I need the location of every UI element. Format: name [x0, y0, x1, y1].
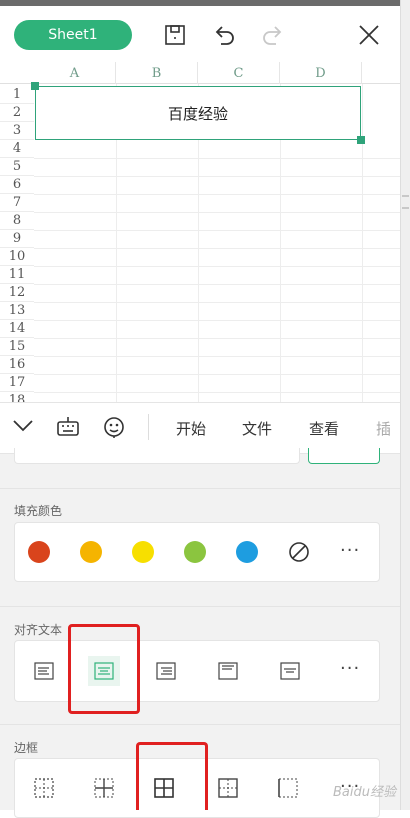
gutter-mark [402, 195, 409, 197]
highlight-box-align-center [68, 624, 140, 714]
sheet-tab[interactable]: Sheet1 [14, 20, 132, 50]
grid-line [34, 302, 400, 303]
font-size-field[interactable] [308, 448, 380, 464]
fill-color-green[interactable] [184, 541, 206, 563]
no-fill-icon[interactable] [288, 541, 310, 567]
border-outer-icon[interactable] [214, 774, 242, 802]
row-header[interactable]: 13 [0, 302, 34, 320]
font-select-field[interactable] [14, 448, 300, 464]
column-header-d[interactable]: D [280, 62, 362, 84]
grid-line [34, 248, 400, 249]
grid-line [34, 194, 400, 195]
row-header[interactable]: 9 [0, 230, 34, 248]
grid-line [34, 158, 400, 159]
grid-line [34, 356, 400, 357]
grid-line [34, 374, 400, 375]
column-header-b[interactable]: B [116, 62, 198, 84]
row-header[interactable]: 3 [0, 122, 34, 140]
more-align-button[interactable]: ··· [340, 658, 360, 679]
grid-line [34, 176, 400, 177]
grid-line [362, 84, 363, 402]
more-fill-colors-button[interactable]: ··· [340, 540, 360, 561]
row-header[interactable]: 14 [0, 320, 34, 338]
tab-divider [148, 414, 149, 440]
grid-line [34, 338, 400, 339]
section-divider [0, 606, 400, 607]
align-top-icon[interactable] [214, 657, 242, 685]
align-middle-icon[interactable] [276, 657, 304, 685]
spreadsheet-grid[interactable]: A B C D 1 2 3 4 5 6 7 8 9 10 11 12 13 14… [0, 62, 400, 402]
grid-line [34, 212, 400, 213]
section-divider [0, 488, 400, 489]
align-right-icon[interactable] [152, 657, 180, 685]
tab-file[interactable]: 文件 [242, 418, 272, 439]
border-label: 边框 [14, 741, 39, 755]
fill-color-label: 填充颜色 [14, 504, 63, 518]
tab-view[interactable]: 查看 [309, 418, 339, 439]
fill-color-orange[interactable] [80, 541, 102, 563]
column-header-c[interactable]: C [198, 62, 280, 84]
section-divider [0, 724, 400, 725]
save-icon[interactable] [160, 20, 190, 50]
row-header[interactable]: 5 [0, 158, 34, 176]
gutter-mark [402, 207, 409, 209]
grid-line [34, 284, 400, 285]
redo-icon[interactable] [258, 20, 288, 50]
tab-home[interactable]: 开始 [176, 418, 206, 439]
selection-handle-top-left[interactable] [31, 82, 39, 90]
fill-color-blue[interactable] [236, 541, 258, 563]
fill-color-yellow[interactable] [132, 541, 154, 563]
keyboard-icon[interactable] [56, 416, 80, 442]
collapse-chevron-icon[interactable] [12, 418, 34, 437]
column-header-a[interactable]: A [34, 62, 116, 84]
row-header[interactable]: 1 [0, 86, 34, 104]
undo-icon[interactable] [209, 20, 239, 50]
side-gutter [400, 0, 410, 810]
row-header[interactable]: 12 [0, 284, 34, 302]
close-icon[interactable] [354, 20, 384, 50]
merged-cell[interactable]: 百度经验 [35, 86, 361, 140]
row-header[interactable]: 2 [0, 104, 34, 122]
row-header[interactable]: 6 [0, 176, 34, 194]
selection-handle-bottom-right[interactable] [357, 136, 365, 144]
align-left-icon[interactable] [30, 657, 58, 685]
grid-line [34, 266, 400, 267]
border-inner-icon[interactable] [90, 774, 118, 802]
watermark: Baidu经验 [333, 785, 396, 800]
row-header[interactable]: 8 [0, 212, 34, 230]
row-header[interactable]: 11 [0, 266, 34, 284]
row-header[interactable]: 16 [0, 356, 34, 374]
align-text-label: 对齐文本 [14, 623, 63, 637]
row-header[interactable]: 17 [0, 374, 34, 392]
row-header[interactable]: 4 [0, 140, 34, 158]
row-header[interactable]: 10 [0, 248, 34, 266]
row-header[interactable]: 18 [0, 392, 34, 402]
emoji-icon[interactable] [102, 415, 126, 443]
tab-insert[interactable]: 插 [376, 418, 390, 439]
row-header[interactable]: 15 [0, 338, 34, 356]
row-header[interactable]: 7 [0, 194, 34, 212]
border-none-icon[interactable] [30, 774, 58, 802]
grid-line [34, 392, 400, 393]
grid-line [34, 230, 400, 231]
fill-color-red[interactable] [28, 541, 50, 563]
highlight-box-border-all [136, 742, 208, 810]
border-left-icon[interactable] [274, 774, 302, 802]
grid-line [34, 320, 400, 321]
